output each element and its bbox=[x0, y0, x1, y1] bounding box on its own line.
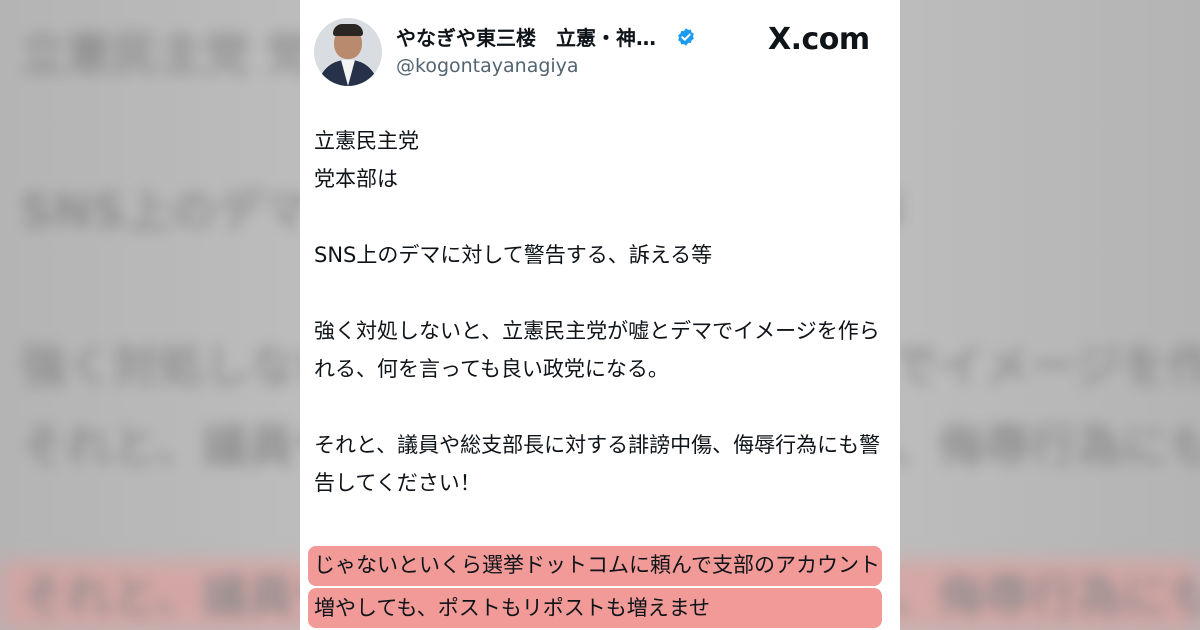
tweet-body: 立憲民主党 党本部は SNS上のデマに対して警告する、訴える等 強く対処しないと… bbox=[314, 122, 889, 502]
x-logo-icon: X.com bbox=[768, 22, 870, 57]
verified-badge-icon bbox=[678, 28, 694, 46]
highlighted-text: じゃないといくら選挙ドットコムに頼んで支部のアカウント増やしても、ポストもリポス… bbox=[314, 553, 880, 620]
brand-text: X.com bbox=[768, 22, 870, 57]
tweet-paragraph: 立憲民主党 党本部は bbox=[314, 129, 419, 191]
tweet-paragraph: それと、議員や総支部長に対する誹謗中傷、侮辱行為にも警告してください！ bbox=[314, 433, 881, 495]
highlighted-passage: じゃないといくら選挙ドットコムに頼んで支部のアカウント増やしても、ポストもリポス… bbox=[308, 540, 882, 630]
avatar[interactable] bbox=[314, 18, 382, 86]
avatar-hair bbox=[333, 24, 363, 36]
tweet-paragraph: 強く対処しないと、立憲民主党が嘘とデマでイメージを作られる、何を言っても良い政党… bbox=[314, 319, 880, 381]
tweet-paragraph: SNS上のデマに対して警告する、訴える等 bbox=[314, 243, 713, 267]
tweet-card: やなぎや東三楼 立憲・神… @kogontayanagiya X.com 立憲民… bbox=[300, 0, 900, 630]
user-handle[interactable]: @kogontayanagiya bbox=[396, 55, 579, 77]
display-name[interactable]: やなぎや東三楼 立憲・神… bbox=[396, 22, 656, 51]
